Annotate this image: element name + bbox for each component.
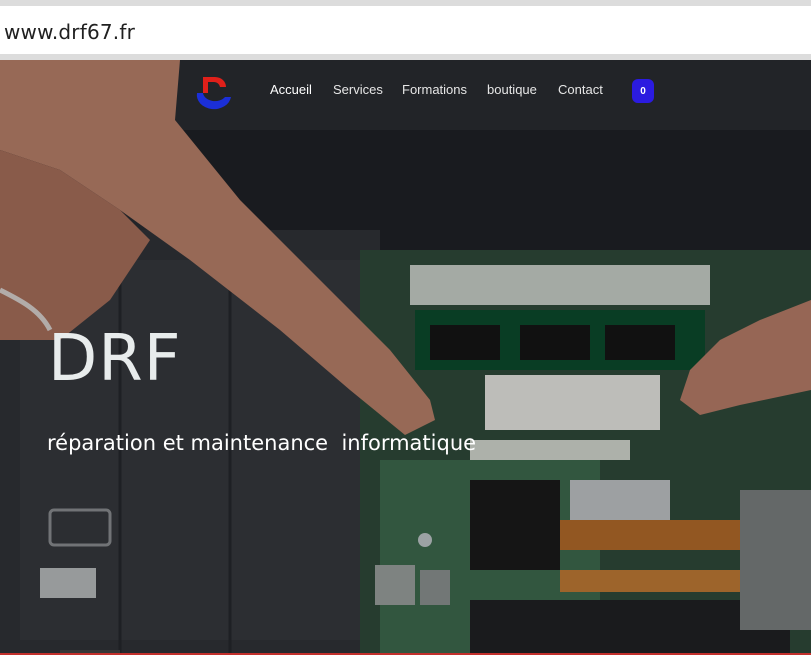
nav-item-services[interactable]: Services: [333, 82, 383, 97]
nav-item-contact[interactable]: Contact: [558, 82, 603, 97]
drf-logo-icon[interactable]: [191, 71, 237, 111]
cart-count-badge[interactable]: 0: [632, 79, 654, 103]
hero-title: DRF: [48, 322, 182, 396]
top-navigation: Accueil Services Formations boutique Con…: [0, 60, 811, 122]
cart-count: 0: [640, 85, 646, 97]
hero-section: Accueil Services Formations boutique Con…: [0, 60, 811, 655]
nav-item-accueil[interactable]: Accueil: [270, 82, 312, 97]
nav-item-boutique[interactable]: boutique: [487, 82, 537, 97]
url-text[interactable]: www.drf67.fr: [4, 20, 135, 44]
hero-subtitle: réparation et maintenance informatique: [47, 431, 477, 455]
browser-address-bar[interactable]: www.drf67.fr: [0, 0, 811, 60]
nav-item-formations[interactable]: Formations: [402, 82, 467, 97]
